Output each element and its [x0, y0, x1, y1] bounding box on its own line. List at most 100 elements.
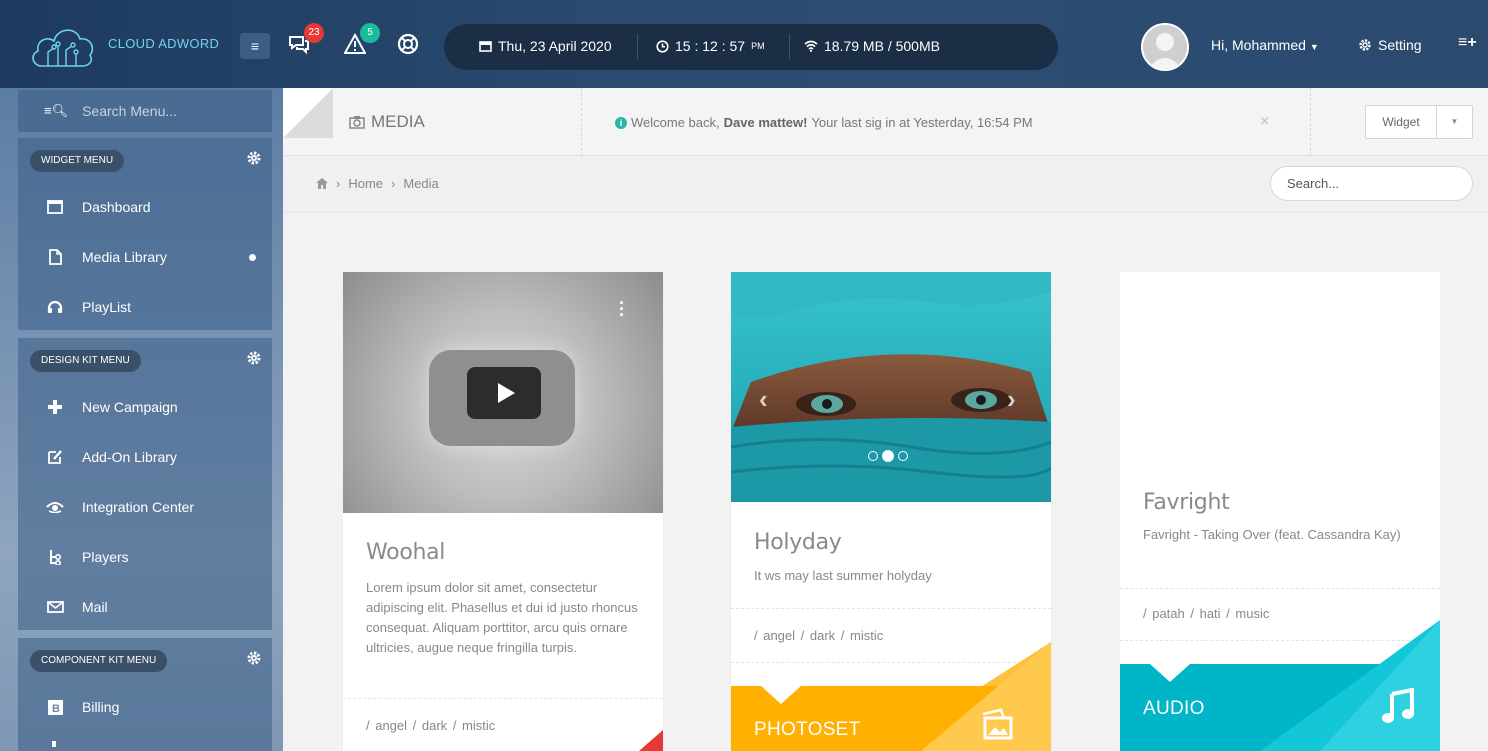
caret-down-icon[interactable]: ▼	[1437, 106, 1472, 138]
carousel-prev-icon[interactable]: ‹	[759, 384, 768, 415]
band-bg	[1120, 620, 1440, 751]
breadcrumb-separator: ›	[391, 176, 396, 191]
band-notch	[1150, 664, 1190, 682]
window-icon	[46, 198, 64, 216]
sidebar-search-input[interactable]: ≡🔍︎ Search Menu...	[18, 90, 272, 132]
alerts-button[interactable]: 5	[343, 23, 380, 57]
widget-dropdown-button[interactable]: Widget ▼	[1365, 105, 1473, 139]
breadcrumb: › Home › Media	[316, 176, 439, 191]
sidebar-item-players[interactable]: Players	[18, 532, 272, 582]
card-description: Lorem ipsum dolor sit amet, consectetur …	[366, 580, 638, 655]
info-icon: i	[615, 116, 627, 129]
menu-add-icon[interactable]: ≡+	[1458, 34, 1477, 52]
brand-name[interactable]: CLOUD ADWORD	[108, 36, 219, 51]
design-kit-menu-section: DESIGN KIT MENU New Campaign Add-On Libr…	[18, 338, 272, 630]
messages-button[interactable]: 23	[288, 23, 324, 57]
sidebar-item-label: Dashboard	[82, 199, 151, 215]
sidebar-item-billing[interactable]: B Billing	[18, 682, 272, 732]
page-title: MEDIA	[349, 112, 425, 132]
time-suffix: PM	[751, 41, 765, 51]
eye-icon	[46, 498, 64, 516]
cloud-logo-icon[interactable]	[28, 22, 98, 70]
breadcrumb-bar: › Home › Media Search...	[283, 156, 1488, 213]
top-navbar: CLOUD ADWORD ≡ 23 5 Thu, 23 April 2020 1…	[0, 0, 1488, 88]
breadcrumb-media[interactable]: Media	[403, 176, 438, 191]
gear-icon[interactable]	[246, 350, 262, 366]
music-icon	[1382, 688, 1414, 723]
sidebar-item-label: Mail	[82, 599, 108, 615]
plus-icon	[46, 398, 64, 416]
carousel-next-icon[interactable]: ›	[1007, 384, 1016, 415]
corner-fold	[283, 88, 333, 138]
media-card-woohal[interactable]: · · · Woohal Lorem ipsum dolor sit amet, c…	[343, 272, 663, 751]
messages-badge: 23	[304, 23, 324, 43]
envelope-icon	[46, 598, 64, 616]
sidebar-item-label: Add-On Library	[82, 449, 177, 465]
carousel-dot[interactable]	[868, 451, 878, 461]
band-label: PHOTOSET	[754, 719, 861, 740]
gear-icon[interactable]	[246, 150, 262, 166]
bold-b-icon: B	[46, 698, 64, 716]
media-card-favright[interactable]: Favright Favright - Taking Over (feat. C…	[1120, 272, 1440, 751]
sidebar-item-playlist[interactable]: PlayList	[18, 282, 272, 332]
photo-carousel[interactable]: ‹ ›	[731, 272, 1051, 502]
divider	[731, 608, 1051, 609]
edit-icon	[46, 448, 64, 466]
search-input[interactable]: Search...	[1270, 166, 1473, 201]
content-header: MEDIA i Welcome back, Dave mattew! Your …	[283, 88, 1488, 156]
sidebar-search-placeholder: Search Menu...	[82, 103, 178, 119]
breadcrumb-separator: ›	[336, 176, 341, 191]
section-title: COMPONENT KIT MENU	[30, 650, 168, 672]
gear-icon[interactable]	[246, 650, 262, 666]
images-icon	[982, 708, 1013, 740]
sidebar-item-media-library[interactable]: Media Library	[18, 232, 272, 282]
divider	[581, 88, 582, 156]
sidebar-item-add-on-library[interactable]: Add-On Library	[18, 432, 272, 482]
media-card-holyday[interactable]: ‹ › Holyday It ws may last summer holyda…	[731, 272, 1051, 751]
welcome-message: i Welcome back, Dave mattew! Your last s…	[615, 115, 1033, 130]
sidebar-item-label: Billing	[82, 699, 120, 715]
sidebar-item-label: Integration Center	[82, 499, 195, 515]
sidebar-item-partial[interactable]	[18, 728, 272, 751]
user-menu[interactable]: Hi, Mohammed ▼	[1211, 37, 1319, 53]
photoset-band[interactable]: PHOTOSET	[731, 636, 1051, 751]
avatar[interactable]	[1141, 23, 1189, 71]
carousel-indicators	[868, 450, 908, 462]
video-thumbnail[interactable]: · · ·	[343, 272, 663, 513]
carousel-dot[interactable]	[898, 451, 908, 461]
alerts-badge: 5	[360, 23, 380, 43]
data-usage-text: 18.79 MB / 500MB	[824, 38, 940, 54]
data-usage-display: 18.79 MB / 500MB	[804, 38, 940, 54]
sidebar-item-label: PlayList	[82, 299, 132, 315]
corner-accent	[639, 730, 663, 751]
widget-menu-section: WIDGET MENU Dashboard Media Library Play…	[18, 138, 272, 330]
section-title: DESIGN KIT MENU	[30, 350, 141, 372]
divider	[1310, 88, 1311, 156]
user-greeting: Hi, Mohammed	[1211, 37, 1306, 53]
home-icon[interactable]	[316, 178, 328, 189]
setting-button[interactable]: Setting	[1358, 37, 1422, 53]
audio-band[interactable]: AUDIO	[1120, 616, 1440, 751]
sidebar-item-mail[interactable]: Mail	[18, 582, 272, 632]
more-options-icon[interactable]: · · ·	[619, 294, 625, 324]
sidebar-item-new-campaign[interactable]: New Campaign	[18, 382, 272, 432]
menu-toggle-button[interactable]: ≡	[240, 33, 270, 59]
play-icon	[498, 383, 515, 403]
date-display: Thu, 23 April 2020	[479, 38, 612, 54]
file-icon	[46, 248, 64, 266]
support-button[interactable]	[397, 33, 421, 57]
sitemap-icon	[46, 548, 64, 566]
carousel-dot-active[interactable]	[882, 450, 894, 462]
photo-image	[731, 272, 1051, 502]
sidebar-item-dashboard[interactable]: Dashboard	[18, 182, 272, 232]
wifi-icon	[804, 40, 818, 52]
user-avatar-icon	[1143, 25, 1187, 69]
sidebar-item-integration-center[interactable]: Integration Center	[18, 482, 272, 532]
breadcrumb-home[interactable]: Home	[348, 176, 383, 191]
welcome-prefix: Welcome back,	[631, 115, 720, 130]
card-tags: / angel / dark / mistic	[366, 718, 496, 733]
sidebar-item-label: Media Library	[82, 249, 167, 265]
time-text: 15 : 12 : 57	[675, 38, 746, 54]
component-kit-menu-section: COMPONENT KIT MENU B Billing	[18, 638, 272, 751]
close-icon[interactable]: ×	[1260, 113, 1269, 131]
